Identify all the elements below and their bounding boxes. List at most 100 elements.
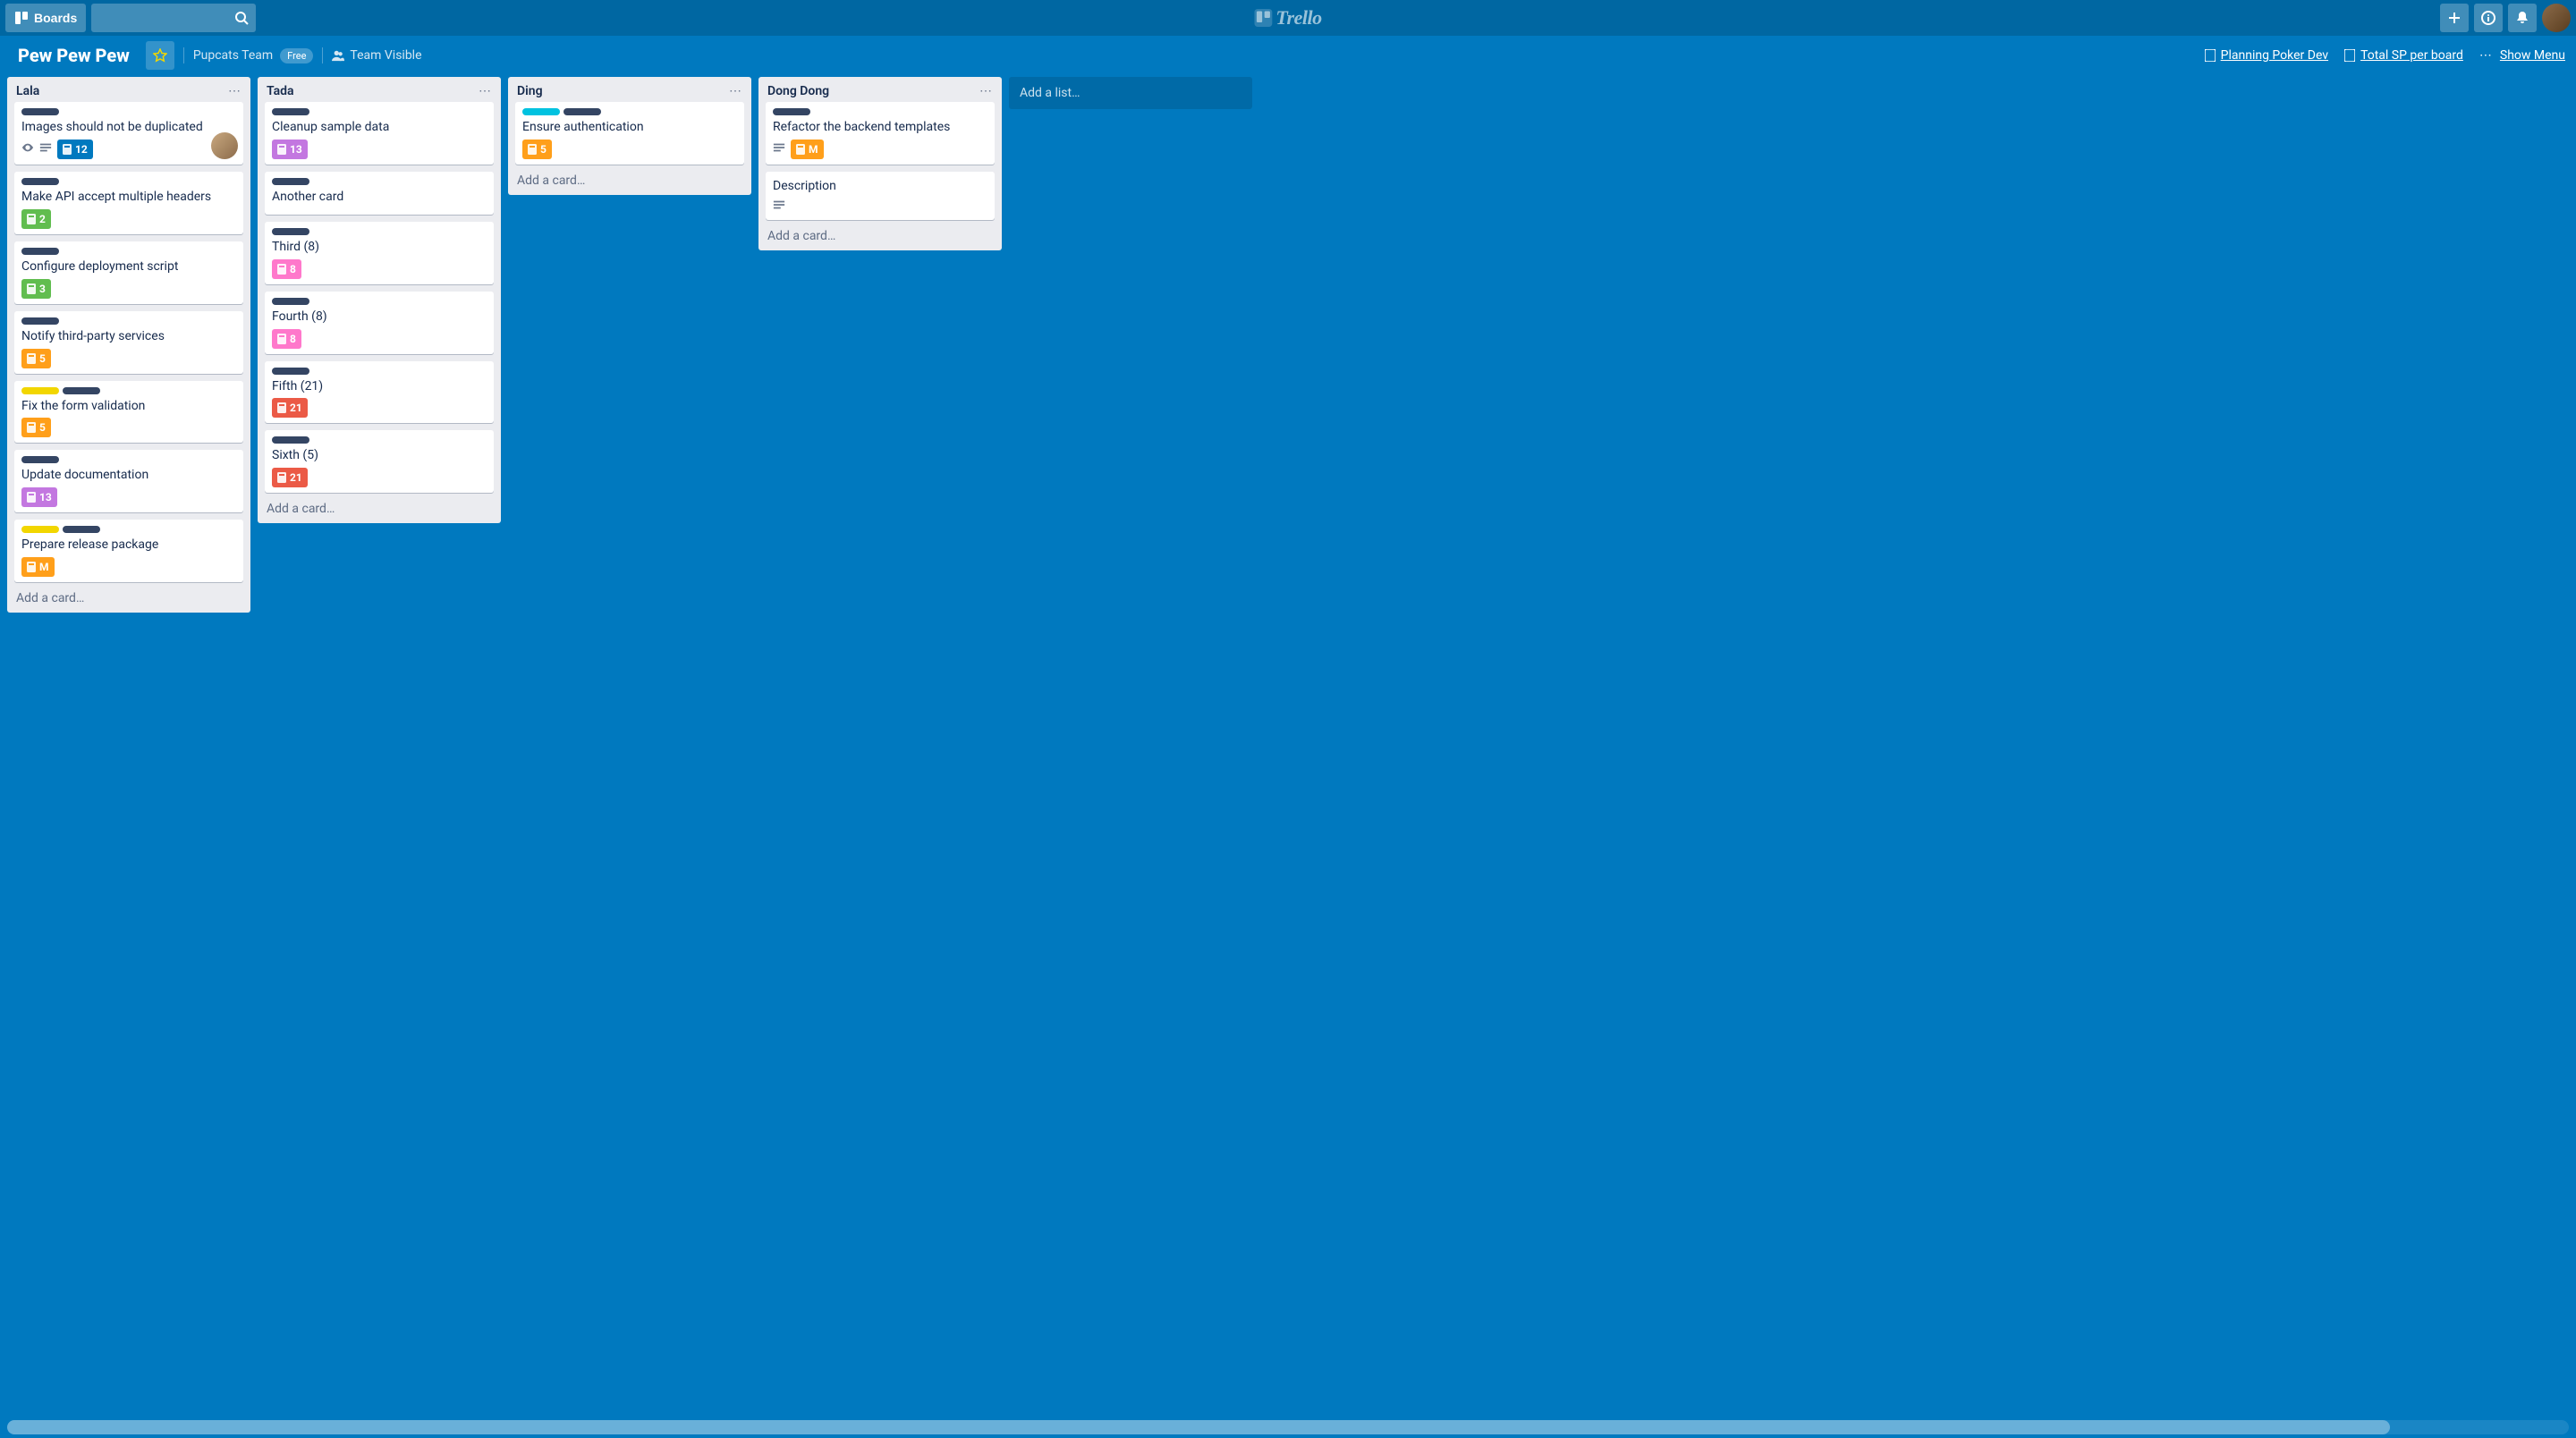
card-badges: 8 — [272, 329, 487, 349]
visibility-button[interactable]: Team Visible — [332, 48, 421, 63]
label-black[interactable] — [272, 178, 309, 185]
card-icon — [27, 492, 36, 503]
card-labels — [272, 298, 487, 305]
label-black[interactable] — [21, 248, 59, 255]
card[interactable]: Fourth (8)8 — [265, 292, 494, 354]
card[interactable]: Third (8)8 — [265, 222, 494, 284]
boards-button[interactable]: Boards — [5, 4, 86, 32]
card-title: Update documentation — [21, 467, 236, 484]
card[interactable]: Refactor the backend templatesM — [766, 102, 995, 165]
list: Dong Dong⋯ Refactor the backend templates… — [758, 77, 1002, 250]
cards-container: Images should not be duplicated12 Make AP… — [7, 102, 250, 584]
card[interactable]: Images should not be duplicated12 — [14, 102, 243, 165]
card-badges — [773, 199, 987, 215]
label-black[interactable] — [21, 317, 59, 325]
card-title: Ensure authentication — [522, 119, 737, 136]
label-yellow[interactable] — [21, 387, 59, 394]
badge-text: M — [809, 143, 818, 156]
badge-text: 8 — [290, 333, 296, 345]
card-labels — [21, 387, 236, 394]
label-black[interactable] — [63, 526, 100, 533]
list-title[interactable]: Lala — [16, 84, 228, 98]
star-button[interactable] — [146, 41, 174, 70]
notifications-button[interactable] — [2508, 4, 2537, 32]
board-canvas[interactable]: Lala⋯Images should not be duplicated12Ma… — [0, 75, 2576, 1420]
powerup-total-sp[interactable]: Total SP per board — [2344, 48, 2463, 63]
board-bar-right: Planning Poker Dev Total SP per board ⋯ … — [2205, 48, 2565, 63]
list-title[interactable]: Dong Dong — [767, 84, 979, 98]
label-black[interactable] — [272, 228, 309, 235]
list-menu-button[interactable]: ⋯ — [228, 84, 242, 98]
badge-text: 13 — [290, 143, 302, 156]
card-labels — [21, 178, 236, 185]
label-sky[interactable] — [522, 108, 560, 115]
add-card-button[interactable]: Add a card… — [758, 222, 1002, 250]
create-button[interactable] — [2440, 4, 2469, 32]
show-menu-button[interactable]: Show Menu — [2500, 48, 2565, 63]
card[interactable]: Another card — [265, 172, 494, 215]
add-card-button[interactable]: Add a card… — [508, 166, 751, 195]
label-black[interactable] — [272, 436, 309, 444]
card[interactable]: Fix the form validation5 — [14, 381, 243, 444]
card-title: Sixth (5) — [272, 447, 487, 464]
card[interactable]: Fifth (21)21 — [265, 361, 494, 424]
list: Ding⋯ Ensure authentication5Add a card… — [508, 77, 751, 195]
card[interactable]: Update documentation13 — [14, 450, 243, 512]
scrollbar-thumb[interactable] — [7, 1420, 2390, 1434]
search-input[interactable] — [91, 4, 256, 32]
storypoint-badge: 21 — [272, 468, 308, 487]
add-card-button[interactable]: Add a card… — [7, 584, 250, 613]
storypoint-badge: 13 — [272, 140, 308, 159]
label-yellow[interactable] — [21, 526, 59, 533]
card[interactable]: Description — [766, 172, 995, 220]
card[interactable]: Sixth (5) 21 — [265, 430, 494, 493]
card-title: Description — [773, 178, 987, 195]
card[interactable]: Make API accept multiple headers 2 — [14, 172, 243, 234]
card[interactable]: Cleanup sample data13 — [265, 102, 494, 165]
label-black[interactable] — [272, 368, 309, 375]
card-badges: 13 — [272, 140, 487, 159]
card[interactable]: Notify third-party services5 — [14, 311, 243, 374]
info-icon — [2481, 11, 2496, 25]
label-black[interactable] — [21, 456, 59, 463]
board-name[interactable]: Pew Pew Pew — [11, 43, 137, 68]
card-icon — [27, 283, 36, 294]
add-list-button[interactable]: Add a list… — [1009, 77, 1252, 109]
card-labels — [21, 456, 236, 463]
list-menu-button[interactable]: ⋯ — [729, 84, 742, 98]
avatar[interactable] — [2542, 4, 2571, 32]
info-button[interactable] — [2474, 4, 2503, 32]
label-black[interactable] — [272, 298, 309, 305]
card-badges: 5 — [21, 349, 236, 368]
label-black[interactable] — [564, 108, 601, 115]
card-labels — [272, 228, 487, 235]
list-title[interactable]: Ding — [517, 84, 729, 98]
card[interactable]: Configure deployment script3 — [14, 241, 243, 304]
card[interactable]: Prepare release packageM — [14, 520, 243, 582]
card-title: Make API accept multiple headers — [21, 189, 236, 206]
card-badges: 2 — [21, 209, 236, 229]
card-badges: 12 — [21, 140, 236, 159]
label-black[interactable] — [272, 108, 309, 115]
member-avatar[interactable] — [211, 132, 238, 159]
card-icon — [27, 562, 36, 572]
list-menu-button[interactable]: ⋯ — [479, 84, 492, 98]
card-icon — [528, 144, 537, 155]
powerup-label: Total SP per board — [2360, 48, 2463, 63]
trello-logo[interactable]: Trello — [1254, 6, 1321, 30]
horizontal-scrollbar[interactable] — [7, 1420, 2569, 1434]
label-black[interactable] — [21, 108, 59, 115]
card-icon — [2205, 49, 2216, 62]
team-label[interactable]: Pupcats Team Free — [193, 48, 314, 63]
add-card-button[interactable]: Add a card… — [258, 495, 501, 523]
label-black[interactable] — [21, 178, 59, 185]
list-menu-button[interactable]: ⋯ — [979, 84, 993, 98]
label-black[interactable] — [63, 387, 100, 394]
label-black[interactable] — [773, 108, 810, 115]
powerup-planning-poker[interactable]: Planning Poker Dev — [2205, 48, 2328, 63]
card[interactable]: Ensure authentication5 — [515, 102, 744, 165]
list-title[interactable]: Tada — [267, 84, 479, 98]
storypoint-badge: M — [791, 140, 824, 159]
card-labels — [522, 108, 737, 115]
card-title: Fifth (21) — [272, 378, 487, 395]
